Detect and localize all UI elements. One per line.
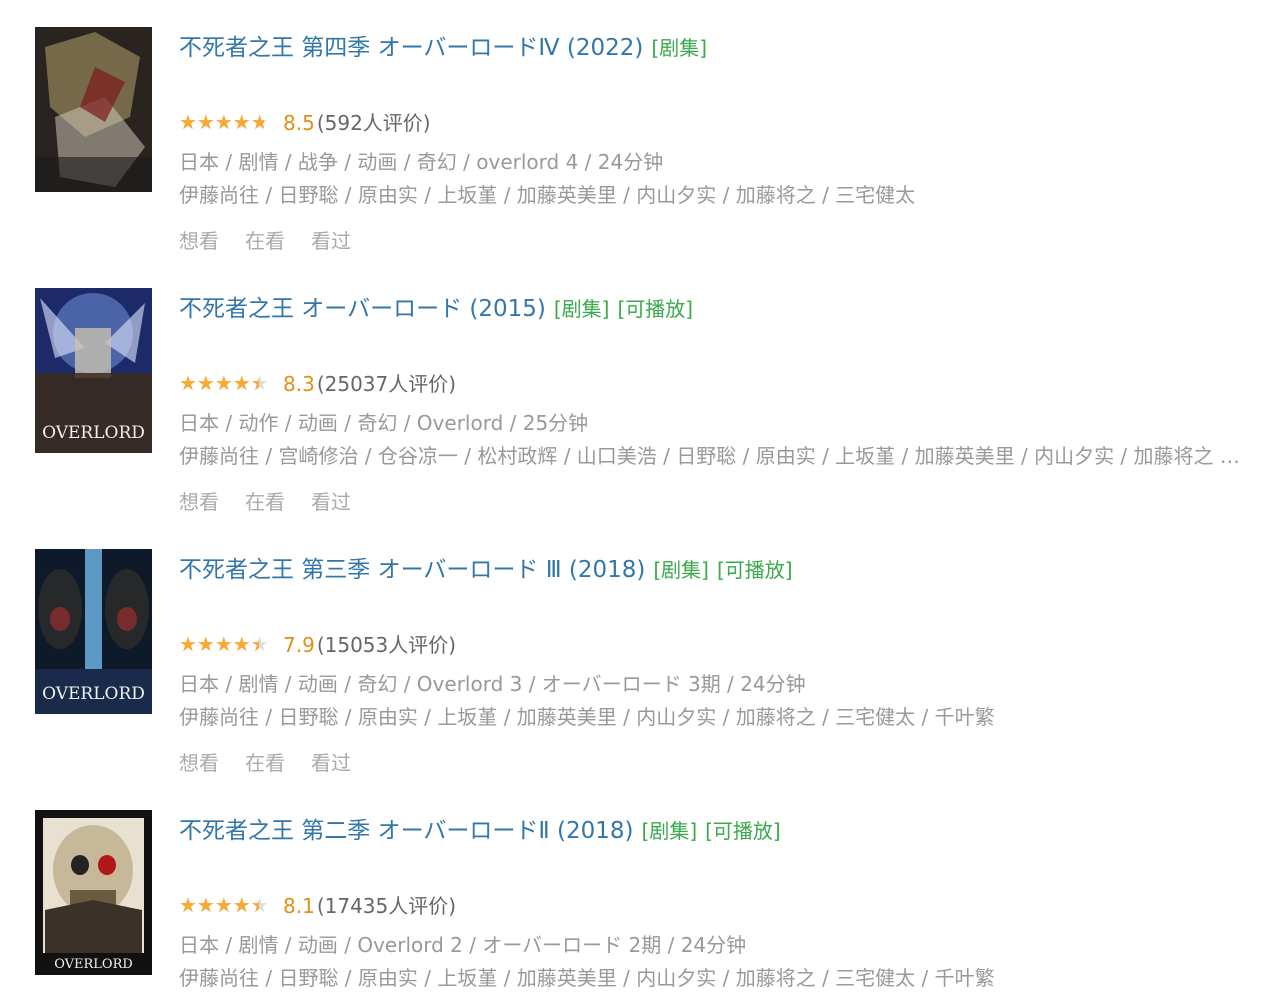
subject-item-2: OVERLORD 不死者之王 オーバーロード (2015) [剧集] [可播放] ★… (0, 288, 1267, 528)
rating-score: 8.1 (283, 894, 315, 918)
rating-stars: ★★★★★ ★★★★★ (179, 634, 279, 654)
want-to-watch-button[interactable]: 想看 (179, 751, 219, 775)
subject-title-link[interactable]: 不死者之王 オーバーロード (2015) (179, 296, 546, 322)
tag-group: [剧集] (643, 35, 707, 61)
subject-item-3: OVERLORD 不死者之王 第三季 オーバーロード Ⅲ (2018) [剧集][… (0, 549, 1267, 789)
watched-button[interactable]: 看过 (311, 751, 351, 775)
rating-stars: ★★★★★ ★★★★★ (179, 373, 279, 393)
rating-row: ★★★★★ ★★★★★ 8.3(25037人评价) (179, 370, 456, 398)
series-tag[interactable]: [剧集] (642, 819, 698, 843)
watching-button[interactable]: 在看 (245, 490, 285, 514)
title-row: 不死者之王 第三季 オーバーロード Ⅲ (2018) [剧集] [可播放] (179, 554, 793, 586)
tag-group: [剧集] [可播放] (634, 818, 781, 844)
subject-title-link[interactable]: 不死者之王 第二季 オーバーロードⅡ (2018) (179, 818, 634, 844)
rating-votes: (25037人评价) (316, 372, 457, 396)
subject-item-1: 不死者之王 第四季 オーバーロードⅣ (2022) [剧集] ★★★★★ ★★★★… (0, 27, 1267, 267)
poster-image[interactable] (35, 27, 152, 192)
watching-button[interactable]: 在看 (245, 751, 285, 775)
subject-meta: 日本 / 剧情 / 动画 / Overlord 2 / オーバーロード 2期 /… (179, 933, 747, 957)
rating-stars: ★★★★★ ★★★★★ (179, 895, 279, 915)
rating-score: 8.3 (283, 372, 315, 396)
watched-button[interactable]: 看过 (311, 490, 351, 514)
rating-score: 8.5 (283, 111, 315, 135)
subject-cast: 伊藤尚往 / 宫崎修治 / 仓谷凉一 / 松村政辉 / 山口美浩 / 日野聡 /… (179, 444, 1244, 468)
svg-text:OVERLORD: OVERLORD (42, 684, 145, 704)
svg-text:OVERLORD: OVERLORD (42, 423, 145, 443)
star-filled-icon: ★★★★★ (179, 112, 264, 132)
playable-tag[interactable]: [可播放] (617, 297, 693, 321)
playable-tag[interactable]: [可播放] (717, 558, 793, 582)
rating-votes: (15053人评价) (316, 633, 457, 657)
subject-title-link[interactable]: 不死者之王 第四季 オーバーロードⅣ (2022) (179, 35, 643, 61)
rating-votes: (592人评价) (316, 111, 431, 135)
subject-meta: 日本 / 剧情 / 动画 / 奇幻 / Overlord 3 / オーバーロード… (179, 672, 806, 696)
rating-votes: (17435人评价) (316, 894, 457, 918)
title-row: 不死者之王 第四季 オーバーロードⅣ (2022) [剧集] (179, 32, 707, 64)
subject-cast: 伊藤尚往 / 日野聡 / 原由实 / 上坂堇 / 加藤英美里 / 内山夕实 / … (179, 966, 995, 990)
subject-title-link[interactable]: 不死者之王 第三季 オーバーロード Ⅲ (2018) (179, 557, 645, 583)
want-to-watch-button[interactable]: 想看 (179, 490, 219, 514)
rating-stars: ★★★★★ ★★★★★ (179, 112, 279, 132)
poster-image[interactable]: OVERLORD (35, 288, 152, 453)
series-tag[interactable]: [剧集] (651, 36, 707, 60)
title-row: 不死者之王 オーバーロード (2015) [剧集] [可播放] (179, 293, 693, 325)
tag-group: [剧集] [可播放] (645, 557, 792, 583)
watching-button[interactable]: 在看 (245, 229, 285, 253)
series-tag[interactable]: [剧集] (554, 297, 610, 321)
action-group: 想看 在看 看过 (179, 749, 377, 777)
star-filled-icon: ★★★★★ (179, 373, 259, 393)
poster-image[interactable]: OVERLORD (35, 549, 152, 714)
rating-row: ★★★★★ ★★★★★ 8.5 (592人评价) (179, 109, 431, 137)
svg-text:OVERLORD: OVERLORD (54, 957, 133, 972)
subject-list: 不死者之王 第四季 オーバーロードⅣ (2022) [剧集] ★★★★★ ★★★★… (0, 0, 1267, 1001)
poster-image[interactable]: OVERLORD (35, 810, 152, 975)
tag-group: [剧集] [可播放] (546, 296, 693, 322)
action-group: 想看 在看 看过 (179, 488, 377, 516)
star-filled-icon: ★★★★★ (179, 895, 259, 915)
series-tag[interactable]: [剧集] (653, 558, 709, 582)
subject-meta: 日本 / 动作 / 动画 / 奇幻 / Overlord / 25分钟 (179, 411, 589, 435)
want-to-watch-button[interactable]: 想看 (179, 229, 219, 253)
subject-meta: 日本 / 剧情 / 战争 / 动画 / 奇幻 / overlord 4 / 24… (179, 150, 664, 174)
rating-score: 7.9 (283, 633, 315, 657)
subject-item-4: OVERLORD 不死者之王 第二季 オーバーロードⅡ (2018) [剧集] [可… (0, 810, 1267, 1001)
rating-row: ★★★★★ ★★★★★ 7.9(15053人评价) (179, 631, 456, 659)
action-group: 想看 在看 看过 (179, 227, 377, 255)
playable-tag[interactable]: [可播放] (705, 819, 781, 843)
subject-cast: 伊藤尚往 / 日野聡 / 原由实 / 上坂堇 / 加藤英美里 / 内山夕实 / … (179, 705, 995, 729)
watched-button[interactable]: 看过 (311, 229, 351, 253)
subject-cast: 伊藤尚往 / 日野聡 / 原由实 / 上坂堇 / 加藤英美里 / 内山夕实 / … (179, 183, 916, 207)
star-filled-icon: ★★★★★ (179, 634, 259, 654)
title-row: 不死者之王 第二季 オーバーロードⅡ (2018) [剧集] [可播放] (179, 815, 781, 847)
rating-row: ★★★★★ ★★★★★ 8.1(17435人评价) (179, 892, 456, 920)
